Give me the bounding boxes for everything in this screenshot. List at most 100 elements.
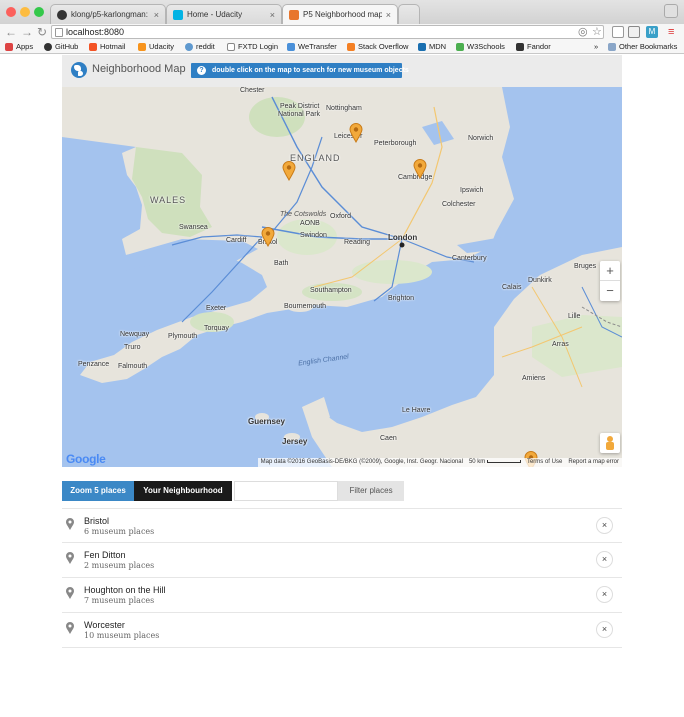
tab-title: P5 Neighborhood map xyxy=(303,10,382,19)
map-label: Torquay xyxy=(204,325,229,332)
map-label: Brighton xyxy=(388,295,415,302)
map-label: Bath xyxy=(274,260,289,267)
map-marker[interactable] xyxy=(349,123,363,143)
browser-tab-neighborhood-map[interactable]: P5 Neighborhood map × xyxy=(282,4,398,24)
map-label: Newquay xyxy=(120,331,150,338)
bookmark-github[interactable]: GitHub xyxy=(44,42,78,51)
back-arrow-icon[interactable]: ← xyxy=(5,25,17,39)
map-label: Truro xyxy=(124,344,141,351)
remove-place-button[interactable]: × xyxy=(596,586,613,603)
map-label: Colchester xyxy=(442,201,476,208)
bookmark-stackoverflow[interactable]: Stack Overflow xyxy=(347,42,408,51)
menu-icon[interactable]: ≡ xyxy=(668,25,674,39)
map-favicon-icon xyxy=(289,9,299,20)
place-name: Bristol xyxy=(84,516,110,526)
zoom-out-button[interactable]: − xyxy=(600,281,620,301)
place-name: Fen Ditton xyxy=(84,550,126,560)
street-view-pegman-icon[interactable] xyxy=(600,433,620,453)
bookmark-w3schools[interactable]: W3Schools xyxy=(456,42,505,51)
cast-icon[interactable] xyxy=(628,26,640,38)
remove-place-button[interactable]: × xyxy=(596,517,613,534)
close-tab-icon[interactable]: × xyxy=(386,10,391,20)
bookmark-label: Stack Overflow xyxy=(358,42,409,51)
map-marker[interactable] xyxy=(282,161,296,181)
stackoverflow-icon xyxy=(347,42,355,51)
map-label: AONB xyxy=(300,220,320,227)
address-bar[interactable]: localhost:8080 xyxy=(51,25,604,39)
list-item[interactable]: Fen Ditton 2 museum places × xyxy=(62,543,622,578)
map-marker[interactable] xyxy=(261,227,275,247)
udacity-icon xyxy=(138,42,146,51)
bookmark-label: WeTransfer xyxy=(298,42,337,51)
new-tab-button[interactable] xyxy=(398,4,420,24)
bookmark-label: Apps xyxy=(16,42,34,51)
bookmark-wetransfer[interactable]: WeTransfer xyxy=(287,42,337,51)
bookmark-fxtd[interactable]: FXTD Login xyxy=(227,42,278,51)
browser-tab-udacity[interactable]: Home - Udacity × xyxy=(166,4,282,24)
remove-place-button[interactable]: × xyxy=(596,621,613,638)
list-item[interactable]: Bristol 6 museum places × xyxy=(62,508,622,543)
map-label: Lille xyxy=(568,313,581,320)
forward-arrow-icon[interactable]: → xyxy=(21,25,33,39)
extension-m-icon[interactable]: M xyxy=(646,26,658,38)
minimize-window-button[interactable] xyxy=(20,7,30,17)
other-bookmarks[interactable]: Other Bookmarks xyxy=(608,42,677,51)
scale-label: 50 km xyxy=(468,459,486,465)
browser-tab-github[interactable]: klong/p5-karlongman: FEN × xyxy=(50,4,166,24)
place-count: 6 museum places xyxy=(84,527,155,536)
map-label: Peterborough xyxy=(374,140,417,147)
map-label: Swindon xyxy=(300,232,327,239)
bookmark-star-icon[interactable]: ☆ xyxy=(592,25,602,39)
bookmark-reddit[interactable]: reddit xyxy=(185,42,215,51)
close-tab-icon[interactable]: × xyxy=(154,10,159,20)
report-error-link[interactable]: Report a map error xyxy=(568,458,619,467)
bookmark-fandor[interactable]: Fandor xyxy=(516,42,551,51)
list-item[interactable]: Houghton on the Hill 7 museum places × xyxy=(62,578,622,613)
extension-doc-icon[interactable] xyxy=(612,26,624,38)
bookmark-mdn[interactable]: MDN xyxy=(418,42,446,51)
bookmarks-overflow-button[interactable]: » xyxy=(594,42,598,51)
bookmark-apps[interactable]: Apps xyxy=(5,42,33,51)
profile-icon[interactable] xyxy=(664,4,678,18)
map-label: Dunkirk xyxy=(528,277,552,284)
list-item[interactable]: Worcester 10 museum places × xyxy=(62,613,622,648)
place-count: 2 museum places xyxy=(84,561,155,570)
remove-place-button[interactable]: × xyxy=(596,551,613,568)
fandor-icon xyxy=(516,42,524,51)
close-window-button[interactable] xyxy=(6,7,16,17)
your-neighbourhood-button[interactable]: Your Neighbourhood xyxy=(134,481,232,501)
map-marker[interactable] xyxy=(413,159,427,179)
browser-tab-bar: klong/p5-karlongman: FEN × Home - Udacit… xyxy=(0,0,684,24)
page-icon xyxy=(55,28,63,37)
page-title: Neighborhood Map xyxy=(92,63,186,75)
close-tab-icon[interactable]: × xyxy=(270,10,275,20)
bookmark-hotmail[interactable]: Hotmail xyxy=(89,42,125,51)
map-label: Reading xyxy=(344,239,371,246)
reload-icon[interactable]: ↻ xyxy=(37,25,47,39)
tab-title: klong/p5-karlongman: FEN xyxy=(71,10,150,19)
globe-icon xyxy=(71,62,87,78)
map-label: London xyxy=(388,233,418,242)
map-pin-icon xyxy=(66,518,74,530)
filter-input[interactable] xyxy=(234,481,338,501)
map-canvas[interactable]: Chester Peak District National Park Nott… xyxy=(62,87,622,467)
github-icon xyxy=(57,9,67,20)
zoom-in-button[interactable]: + xyxy=(600,261,620,281)
bookmark-label: MDN xyxy=(429,42,447,51)
maximize-window-button[interactable] xyxy=(34,7,44,17)
bookmark-label: reddit xyxy=(196,42,215,51)
map-label: Arras xyxy=(552,341,569,348)
bookmark-udacity[interactable]: Udacity xyxy=(138,42,174,51)
map-pin-icon xyxy=(66,552,74,564)
zoom-places-button[interactable]: Zoom 5 places xyxy=(62,481,134,501)
map-label: Peak District xyxy=(280,103,320,110)
map-label: The Cotswolds xyxy=(280,211,327,218)
map-label: WALES xyxy=(150,195,187,205)
place-count: 10 museum places xyxy=(84,631,160,640)
location-icon[interactable]: ◎ xyxy=(578,25,588,39)
filter-places-button[interactable]: Filter places xyxy=(338,481,404,501)
terms-link[interactable]: Terms of Use xyxy=(527,458,562,467)
map-pin-icon xyxy=(66,587,74,599)
bookmark-label: Fandor xyxy=(527,42,551,51)
map-label: Chester xyxy=(240,87,265,94)
